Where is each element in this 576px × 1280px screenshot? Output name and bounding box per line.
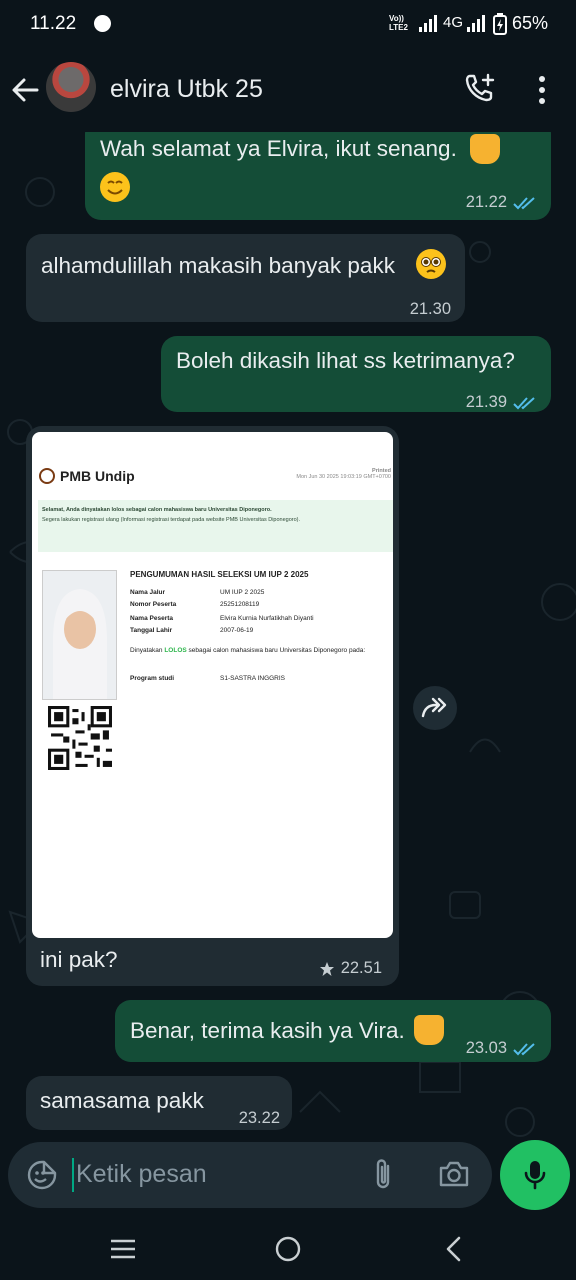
- back-nav-icon[interactable]: [444, 1236, 462, 1262]
- more-vert-icon[interactable]: [536, 74, 548, 106]
- message-meta: 21.39: [466, 386, 537, 419]
- message-bubble-outgoing[interactable]: Boleh dikasih lihat ss ketrimanya? 21.39: [161, 336, 551, 412]
- message-bubble-outgoing[interactable]: Wah selamat ya Elvira, ikut senang. 21.2…: [85, 132, 551, 220]
- chat-header: elvira Utbk 25: [0, 50, 576, 132]
- printed-date: Mon Jun 30 2025 19:03:19 GMT+0700: [296, 474, 391, 480]
- pleading-face-emoji: [416, 249, 446, 279]
- message-input[interactable]: Ketik pesan: [76, 1160, 207, 1189]
- system-nav-bar: [0, 1218, 576, 1280]
- read-ticks-icon: [513, 396, 535, 409]
- smiling-face-emoji: [100, 172, 130, 202]
- signal-icon: [419, 15, 437, 32]
- microphone-icon: [524, 1161, 546, 1190]
- applicant-photo: [42, 570, 117, 700]
- decl-lolos: LOLOS: [164, 647, 187, 654]
- message-text: Benar, terima kasih ya Vira.: [130, 1018, 405, 1043]
- decl-after: sebagai calon mahasiswa baru Universitas…: [186, 647, 366, 654]
- voice-message-button[interactable]: [500, 1140, 570, 1210]
- field-value: S1-SASTRA INGGRIS: [220, 675, 286, 682]
- volte-indicator: Vo)) LTE2: [389, 14, 408, 32]
- shared-image[interactable]: PMB Undip Printed Mon Jun 30 2025 19:03:…: [32, 432, 393, 938]
- notification-dot-icon: [94, 15, 111, 32]
- field-key: Nama Peserta: [130, 615, 173, 622]
- avatar[interactable]: [46, 62, 96, 112]
- message-bubble-outgoing[interactable]: Benar, terima kasih ya Vira. 23.03: [115, 1000, 551, 1062]
- field-key: Tanggal Lahir: [130, 627, 173, 634]
- home-icon[interactable]: [274, 1235, 302, 1263]
- message-input-bar: Ketik pesan: [8, 1142, 492, 1208]
- attach-icon[interactable]: [370, 1158, 396, 1192]
- field-key: Program studi: [130, 675, 175, 682]
- doc-title: PENGUMUMAN HASIL SELEKSI UM IUP 2 2025: [130, 570, 309, 579]
- message-text: alhamdulillah makasih banyak pakk: [41, 253, 395, 278]
- field-value: UM IUP 2 2025: [220, 589, 265, 596]
- field-value: 25251208119: [220, 601, 260, 608]
- star-icon: [319, 961, 334, 976]
- message-meta: 23.22: [239, 1102, 280, 1135]
- message-text: Wah selamat ya Elvira, ikut senang.: [100, 136, 457, 161]
- recent-apps-icon[interactable]: [110, 1239, 136, 1259]
- field-key: Nomor Peserta: [130, 601, 177, 608]
- read-ticks-icon: [513, 1042, 535, 1055]
- status-time: 11.22: [30, 13, 77, 34]
- emoji-sticker-icon[interactable]: [26, 1159, 58, 1191]
- thumbs-up-emoji: [414, 1015, 444, 1045]
- doc-notice-2: Segera lakukan registrasi ulang (Informa…: [42, 517, 301, 523]
- battery-percent: 65%: [512, 13, 549, 33]
- network-type: 4G: [443, 14, 464, 31]
- message-meta: 21.22: [466, 186, 537, 219]
- message-meta: 21.30: [410, 293, 451, 326]
- add-call-icon[interactable]: [464, 72, 496, 104]
- image-caption: ini pak?: [40, 947, 118, 972]
- field-value: Elvira Kurnia Nurfatikhah Diyanti: [220, 615, 314, 622]
- camera-icon[interactable]: [438, 1159, 470, 1189]
- contact-name[interactable]: elvira Utbk 25: [110, 75, 263, 104]
- doc-printed: Printed Mon Jun 30 2025 19:03:19 GMT+070…: [296, 468, 391, 480]
- message-time: 21.30: [409, 300, 451, 318]
- status-bar: 11.22 Vo)) LTE2 4G 65%: [0, 0, 576, 50]
- doc-brand: PMB Undip: [60, 468, 135, 484]
- message-time: 21.22: [465, 193, 507, 211]
- read-ticks-icon: [513, 196, 535, 209]
- undip-logo: [39, 468, 55, 484]
- chat-area[interactable]: Wah selamat ya Elvira, ikut senang. 21.2…: [0, 132, 576, 1142]
- message-meta: 22.51: [319, 959, 382, 978]
- forward-icon: [421, 697, 447, 718]
- message-time: 23.03: [465, 1039, 507, 1057]
- message-bubble-incoming[interactable]: samasama pakk 23.22: [26, 1076, 292, 1130]
- message-text: samasama pakk: [40, 1088, 204, 1113]
- message-bubble-incoming[interactable]: alhamdulillah makasih banyak pakk 21.30: [26, 234, 465, 322]
- field-key: Nama Jalur: [130, 589, 166, 596]
- field-value: 2007-06-19: [220, 627, 254, 634]
- doc-declaration: Dinyatakan LOLOS sebagai calon mahasiswa…: [130, 646, 390, 655]
- forward-button[interactable]: [413, 686, 457, 730]
- qr-code: [48, 706, 112, 770]
- message-time: 23.22: [238, 1109, 280, 1127]
- doc-notice-1: Selamat, Anda dinyatakan lolos sebagai c…: [42, 507, 272, 513]
- thumbs-up-emoji: [470, 134, 500, 164]
- message-text: Boleh dikasih lihat ss ketrimanya?: [176, 348, 515, 373]
- message-time: 21.39: [465, 393, 507, 411]
- text-caret: [72, 1158, 74, 1192]
- battery-charging-icon: [493, 13, 507, 35]
- decl-before: Dinyatakan: [130, 647, 165, 654]
- message-time: 22.51: [340, 959, 382, 977]
- back-arrow-icon[interactable]: [10, 75, 40, 105]
- signal-icon-2: [467, 15, 485, 32]
- message-meta: 23.03: [466, 1032, 537, 1065]
